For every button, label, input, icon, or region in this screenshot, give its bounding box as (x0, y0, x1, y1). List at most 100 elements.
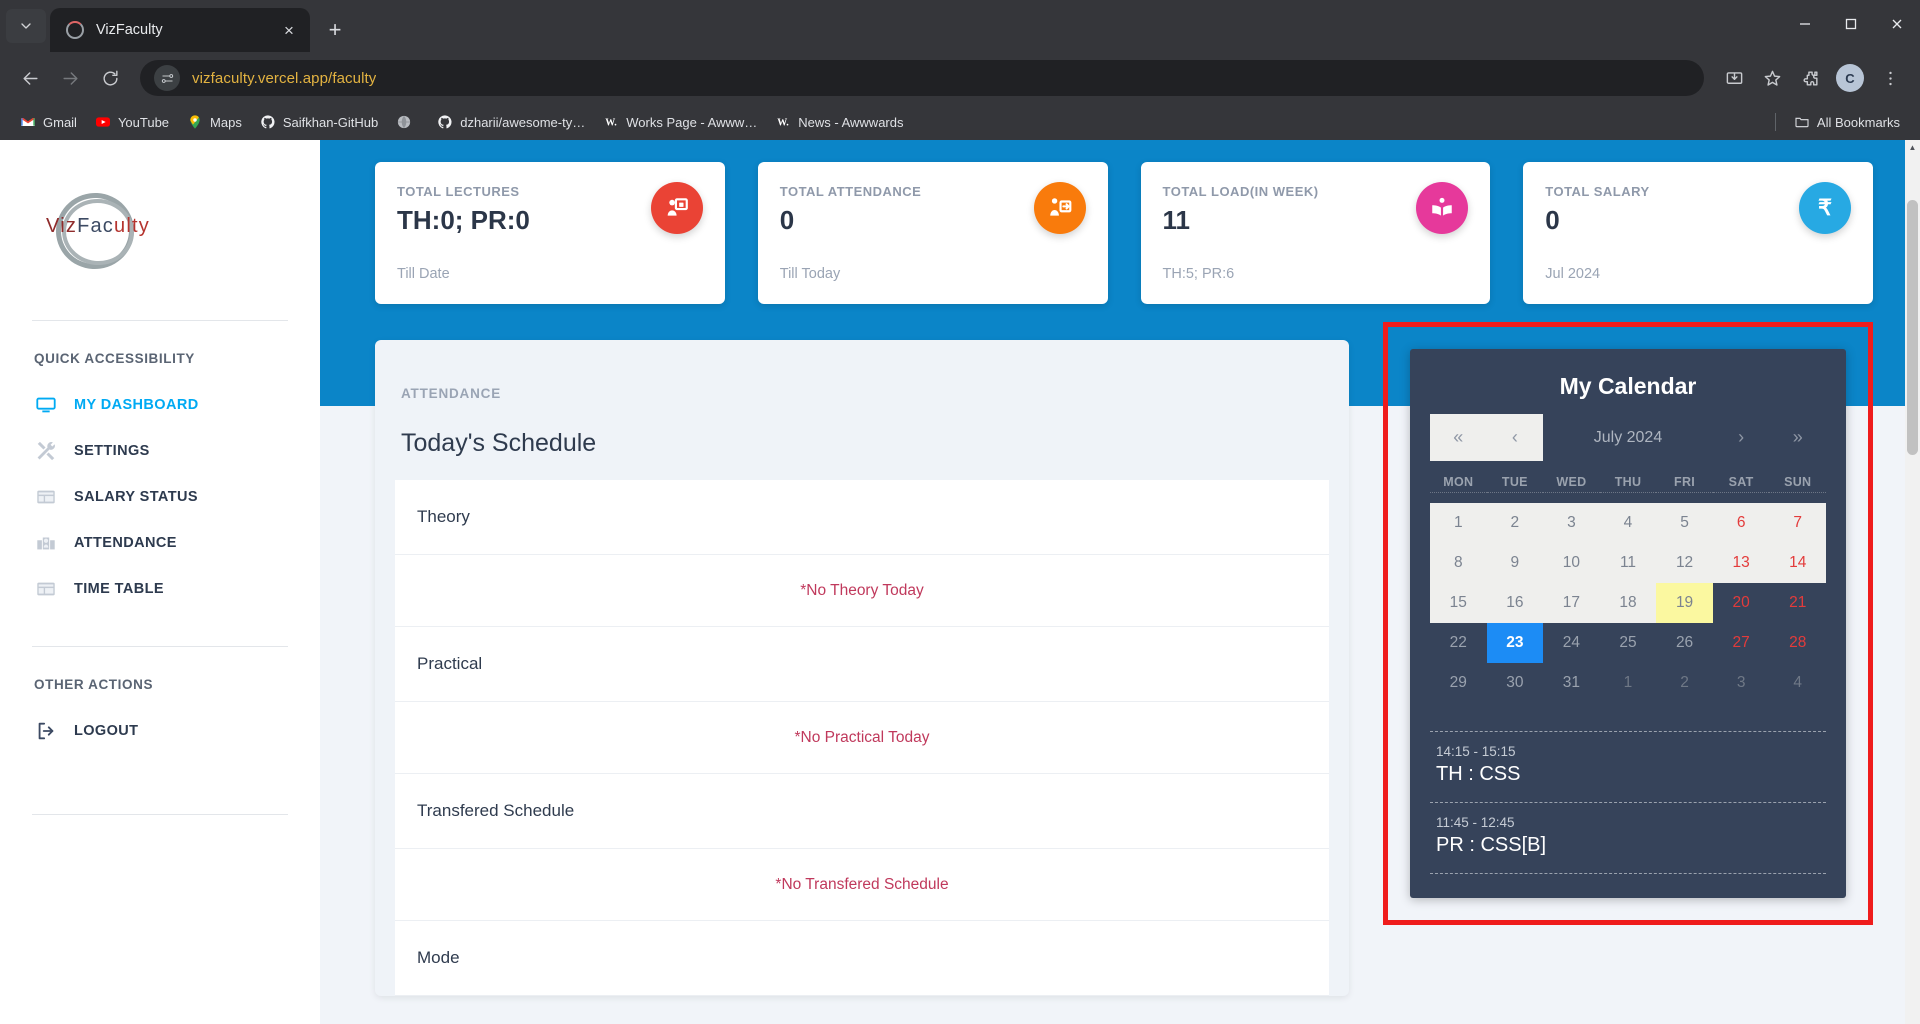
sidebar-item-salary-status[interactable]: SALARY STATUS (30, 474, 290, 520)
list-item[interactable]: 11:45 - 12:45 PR : CSS[B] (1430, 802, 1826, 874)
sidebar-item-attendance[interactable]: ATTENDANCE (30, 520, 290, 566)
list-item[interactable]: 14:15 - 15:15 TH : CSS (1430, 731, 1826, 802)
bookmark-works-page[interactable]: W. Works Page - Awww… (595, 110, 765, 134)
calendar-next-button[interactable]: › (1713, 414, 1770, 461)
stat-card-total-salary: TOTAL SALARY 0 Jul 2024 ₹ (1523, 162, 1873, 304)
calendar-day-cell[interactable]: 4 (1769, 663, 1826, 703)
close-window-button[interactable] (1874, 0, 1920, 48)
install-app-button[interactable] (1716, 60, 1752, 96)
sidebar-item-settings[interactable]: SETTINGS (30, 428, 290, 474)
calendar-day-cell[interactable]: 14 (1769, 543, 1826, 583)
bookmark-maps[interactable]: Maps (179, 110, 250, 134)
sidebar-item-time-table[interactable]: TIME TABLE (30, 566, 290, 612)
dow-label: MON (1430, 475, 1487, 493)
calendar-day-cell[interactable]: 23 (1486, 623, 1544, 663)
forward-button[interactable] (52, 60, 88, 96)
svg-text:W.: W. (605, 117, 617, 128)
bookmarks-bar: Gmail YouTube Maps Saifkhan-GitHub dzhar… (0, 104, 1920, 140)
calendar-day-cell[interactable]: 5 (1656, 503, 1713, 543)
calendar-day-cell[interactable]: 15 (1430, 583, 1487, 623)
scrollbar-thumb[interactable] (1907, 200, 1918, 455)
close-icon[interactable]: × (278, 19, 300, 41)
stat-card-total-lectures: TOTAL LECTURES TH:0; PR:0 Till Date (375, 162, 725, 304)
all-bookmarks-button[interactable]: All Bookmarks (1786, 110, 1908, 134)
extensions-button[interactable] (1792, 60, 1828, 96)
profile-avatar[interactable]: C (1836, 64, 1864, 92)
calendar-day-cell[interactable]: 3 (1713, 663, 1770, 703)
calendar-day-cell[interactable]: 29 (1430, 663, 1487, 703)
calendar-day-cell[interactable]: 22 (1430, 623, 1487, 663)
sidebar-item-label: SALARY STATUS (74, 489, 198, 505)
sidebar-item-logout[interactable]: LOGOUT (30, 708, 290, 754)
maximize-icon (1845, 18, 1857, 30)
browser-window: VizFaculty × + vizfaculty.vercel.app/fac… (0, 0, 1920, 1024)
tab-search-button[interactable] (6, 9, 46, 43)
calendar-day-cell[interactable]: 17 (1543, 583, 1600, 623)
event-name: TH : CSS (1436, 763, 1521, 785)
calendar-day-cell[interactable]: 16 (1486, 583, 1544, 623)
calendar-last-button[interactable]: » (1769, 414, 1826, 461)
scroll-up-arrow[interactable]: ▲ (1905, 140, 1920, 155)
calendar-day-cell[interactable]: 30 (1487, 663, 1544, 703)
calendar-day-cell[interactable]: 28 (1769, 623, 1826, 663)
bookmark-globe[interactable] (388, 110, 427, 134)
calendar-day-cell[interactable]: 12 (1656, 543, 1713, 583)
dow-label: THU (1599, 475, 1657, 493)
calendar-day-cell[interactable]: 21 (1769, 583, 1826, 623)
bookmark-youtube[interactable]: YouTube (87, 110, 177, 134)
tools-icon (34, 439, 58, 463)
chrome-menu-button[interactable] (1872, 60, 1908, 96)
calendar-day-cell[interactable]: 2 (1656, 663, 1713, 703)
calendar-day-cell[interactable]: 27 (1713, 623, 1770, 663)
minimize-button[interactable] (1782, 0, 1828, 48)
maximize-button[interactable] (1828, 0, 1874, 48)
stat-card-row: TOTAL LECTURES TH:0; PR:0 Till Date TOTA… (375, 162, 1873, 304)
calendar-day-cell[interactable]: 24 (1543, 623, 1600, 663)
calendar-first-button[interactable]: « (1430, 414, 1487, 461)
brand-logo[interactable]: VizFaculty (30, 140, 290, 320)
sidebar-item-my-dashboard[interactable]: MY DASHBOARD (30, 382, 290, 428)
logo-text-part2: Fac (77, 214, 115, 237)
calendar-day-cell[interactable]: 25 (1600, 623, 1657, 663)
site-settings-icon[interactable] (154, 65, 180, 91)
calendar-day-cell[interactable]: 13 (1712, 543, 1770, 583)
table-row: Theory (395, 480, 1329, 555)
calendar-day-cell[interactable]: 19 (1656, 583, 1713, 623)
calendar-day-cell[interactable]: 18 (1599, 583, 1657, 623)
bookmark-saifkhan-github[interactable]: Saifkhan-GitHub (252, 110, 386, 134)
bookmark-label: Saifkhan-GitHub (282, 114, 379, 130)
table-row: *No Practical Today (395, 702, 1329, 774)
calendar-day-cell[interactable]: 9 (1486, 543, 1544, 583)
calendar-day-cell[interactable]: 11 (1599, 543, 1657, 583)
dow-label: TUE (1486, 475, 1544, 493)
gmail-icon (20, 114, 36, 130)
calendar-day-cell[interactable]: 7 (1769, 503, 1826, 543)
calendar-day-cell[interactable]: 20 (1713, 583, 1770, 623)
calendar-day-cell[interactable]: 26 (1656, 623, 1713, 663)
bookmark-awesome-ty[interactable]: dzharii/awesome-ty… (429, 110, 593, 134)
calendar-day-cell[interactable]: 2 (1486, 503, 1544, 543)
window-controls (1782, 0, 1920, 48)
bookmark-gmail[interactable]: Gmail (12, 110, 85, 134)
calendar-day-cell[interactable]: 31 (1543, 663, 1600, 703)
reload-button[interactable] (92, 60, 128, 96)
address-bar[interactable]: vizfaculty.vercel.app/faculty (140, 60, 1704, 96)
bookmark-news-awwwards[interactable]: W. News - Awwwards (767, 110, 911, 134)
page-scrollbar[interactable]: ▲ (1905, 140, 1920, 1024)
calendar-day-cell[interactable]: 6 (1712, 503, 1770, 543)
calendar-day-cell[interactable]: 10 (1543, 543, 1600, 583)
calendar-day-cell[interactable]: 8 (1430, 543, 1487, 583)
globe-icon (396, 114, 412, 130)
calendar-prev-button[interactable]: ‹ (1486, 414, 1544, 461)
install-icon (1726, 71, 1742, 84)
back-button[interactable] (12, 60, 48, 96)
calendar-day-cell[interactable]: 1 (1430, 503, 1487, 543)
calendar-day-cell[interactable]: 3 (1543, 503, 1600, 543)
bookmark-button[interactable] (1754, 60, 1790, 96)
new-tab-button[interactable]: + (318, 13, 352, 47)
folder-icon (1794, 114, 1810, 130)
calendar-day-cell[interactable]: 1 (1600, 663, 1657, 703)
browser-tab[interactable]: VizFaculty × (50, 8, 310, 52)
presentation-icon (650, 182, 703, 234)
calendar-day-cell[interactable]: 4 (1599, 503, 1657, 543)
